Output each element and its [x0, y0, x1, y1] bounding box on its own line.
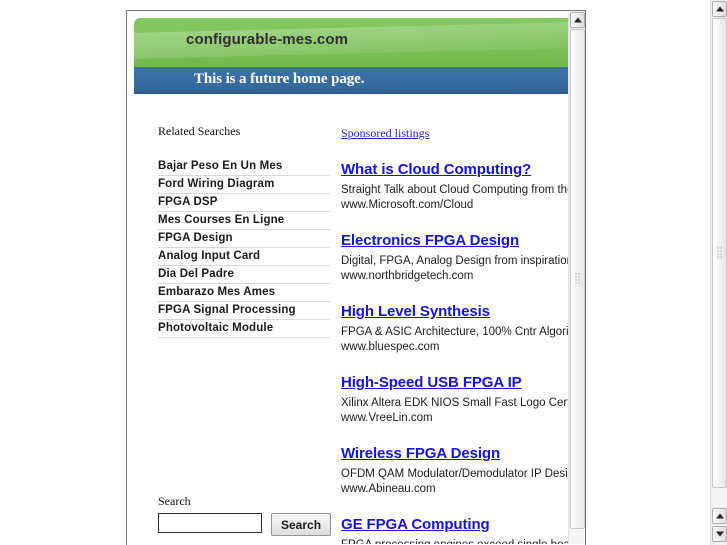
triangle-up-icon: [715, 6, 724, 12]
app-root: configurable-mes.com This is a future ho…: [0, 0, 727, 545]
list-item[interactable]: Dia Del Padre: [158, 266, 330, 284]
ad-description: FPGA & ASIC Architecture, 100% Cntr Algo…: [341, 326, 570, 338]
list-item[interactable]: FPGA DSP: [158, 194, 330, 212]
site-tagline-bar: This is a future home page.: [134, 67, 570, 94]
list-item[interactable]: Ford Wiring Diagram: [158, 176, 330, 194]
scroll-up-button[interactable]: [570, 12, 585, 28]
list-item[interactable]: FPGA Signal Processing: [158, 302, 330, 320]
search-block: Search Search: [158, 494, 358, 536]
ad-url: www.Microsoft.com/Cloud: [341, 199, 474, 211]
search-input[interactable]: [158, 513, 262, 533]
list-item[interactable]: Mes Courses En Ligne: [158, 212, 330, 230]
ad-url: www.Abineau.com: [341, 483, 436, 495]
search-row: Search: [158, 513, 358, 536]
embedded-page: configurable-mes.com This is a future ho…: [127, 11, 570, 544]
list-item[interactable]: FPGA Design: [158, 230, 330, 248]
scrollbar-track[interactable]: [570, 29, 585, 544]
page-content: configurable-mes.com This is a future ho…: [134, 18, 570, 544]
sponsored-listings-column: Sponsored listings What is Cloud Computi…: [341, 124, 570, 544]
ad-listing: High-Speed USB FPGA IP Xilinx Altera EDK…: [341, 374, 570, 426]
page-vertical-scrollbar[interactable]: [568, 11, 585, 544]
ad-title-link[interactable]: Electronics FPGA Design: [341, 232, 519, 250]
ad-title-link[interactable]: GE FPGA Computing: [341, 516, 490, 534]
ad-listing: What is Cloud Computing? Straight Talk a…: [341, 161, 570, 213]
site-domain-title: configurable-mes.com: [186, 31, 349, 48]
ad-title-link[interactable]: High-Speed USB FPGA IP: [341, 374, 522, 392]
ad-title-link[interactable]: Wireless FPGA Design: [341, 445, 500, 463]
ad-listing: GE FPGA Computing FPGA processing engine…: [341, 516, 570, 544]
ad-url: www.northbridgetech.com: [341, 270, 474, 282]
sponsored-listings-link[interactable]: Sponsored listings: [341, 126, 429, 141]
scroll-up-button-bottom[interactable]: [712, 508, 727, 524]
ad-description: Digital, FPGA, Analog Design from inspir…: [341, 255, 570, 267]
search-label: Search: [158, 494, 191, 508]
scroll-down-button[interactable]: [712, 526, 727, 542]
grip-dots-icon: [574, 272, 581, 286]
list-item[interactable]: Bajar Peso En Un Mes: [158, 158, 330, 176]
ad-description: Straight Talk about Cloud Computing from…: [341, 184, 570, 196]
list-item[interactable]: Embarazo Mes Ames: [158, 284, 330, 302]
ad-url: www.VreeLin.com: [341, 412, 433, 424]
ad-title-link[interactable]: What is Cloud Computing?: [341, 161, 531, 179]
list-item[interactable]: Analog Input Card: [158, 248, 330, 266]
site-banner: configurable-mes.com: [134, 18, 570, 67]
browser-vertical-scrollbar[interactable]: [710, 0, 727, 545]
ad-title-link[interactable]: High Level Synthesis: [341, 303, 490, 321]
site-tagline: This is a future home page.: [194, 71, 365, 87]
page-body: Related Searches Bajar Peso En Un Mes Fo…: [134, 94, 570, 544]
list-item[interactable]: Photovoltaic Module: [158, 320, 330, 338]
scrollbar-thumb[interactable]: [712, 18, 727, 488]
related-searches-column: Related Searches Bajar Peso En Un Mes Fo…: [158, 124, 343, 338]
triangle-down-icon: [715, 531, 724, 537]
scroll-up-button[interactable]: [712, 1, 727, 17]
ad-listing: Electronics FPGA Design Digital, FPGA, A…: [341, 232, 570, 284]
ad-listing: Wireless FPGA Design OFDM QAM Modulator/…: [341, 445, 570, 497]
triangle-up-icon: [573, 17, 582, 23]
page-preview-window: configurable-mes.com This is a future ho…: [126, 10, 586, 545]
grip-dots-icon: [716, 246, 723, 260]
scrollbar-track[interactable]: [712, 18, 727, 506]
ad-listing: High Level Synthesis FPGA & ASIC Archite…: [341, 303, 570, 355]
related-searches-heading: Related Searches: [158, 124, 241, 138]
ad-url: www.bluespec.com: [341, 341, 440, 353]
triangle-up-icon: [715, 513, 724, 519]
scrollbar-thumb[interactable]: [570, 29, 585, 529]
ad-description: FPGA processing engines exceed single bo…: [341, 538, 570, 544]
related-searches-list: Bajar Peso En Un Mes Ford Wiring Diagram…: [158, 158, 330, 338]
ad-description: Xilinx Altera EDK NIOS Small Fast Logo C…: [341, 397, 570, 409]
ad-description: OFDM QAM Modulator/Demodulator IP Design: [341, 468, 570, 480]
search-button[interactable]: Search: [271, 513, 332, 536]
